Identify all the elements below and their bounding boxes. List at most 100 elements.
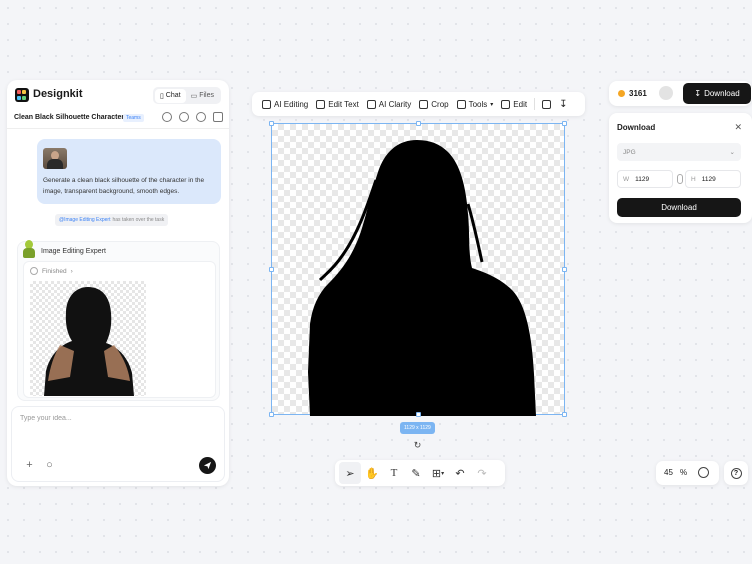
crop-button[interactable]: Crop	[415, 94, 452, 114]
folder-icon: ▭	[190, 92, 198, 100]
download-icon: ↧	[694, 89, 702, 98]
download-icon: ↧	[559, 98, 568, 110]
chevron-right-icon: ›	[70, 267, 73, 275]
edit-text-button[interactable]: Edit Text	[312, 94, 363, 114]
resize-handle-bottom-left[interactable]	[269, 412, 274, 417]
send-button[interactable]	[199, 457, 216, 474]
resize-handle-bottom[interactable]	[416, 412, 421, 417]
toolbar-divider	[534, 98, 536, 110]
result-silhouette-preview	[44, 287, 134, 396]
tab-files[interactable]: ▭ Files	[186, 89, 219, 103]
tools-dropdown[interactable]: Tools ▾	[453, 94, 498, 114]
fit-screen-icon[interactable]	[698, 467, 709, 478]
undo-button[interactable]: ↶	[449, 462, 471, 484]
result-image-thumbnail[interactable]	[30, 281, 146, 396]
pen-icon: ✎	[411, 467, 421, 480]
attached-image-thumbnail[interactable]	[43, 148, 67, 169]
download-panel-title: Download	[617, 123, 656, 132]
add-shape-icon: ⊞	[431, 467, 442, 480]
width-field[interactable]: W 1129	[617, 170, 673, 188]
chevron-down-icon: ⌄	[729, 149, 735, 156]
select-tool[interactable]: ➢	[339, 462, 361, 484]
zoom-value[interactable]: 45	[664, 468, 673, 477]
image-toolbar: AI Editing Edit Text AI Clarity Crop Too…	[252, 92, 585, 116]
resize-handle-bottom-right[interactable]	[562, 412, 567, 417]
agent-mention: @Image Editing Expert	[59, 217, 111, 223]
share-icon[interactable]	[162, 112, 172, 122]
edit-label: Edit	[513, 99, 528, 109]
link-aspect-icon[interactable]	[677, 174, 683, 184]
confirm-download-button[interactable]: Download	[617, 198, 741, 217]
pointer-icon: ➢	[345, 467, 355, 480]
ai-editing-label: AI Editing	[274, 99, 309, 109]
ai-clarity-button[interactable]: AI Clarity	[363, 94, 415, 114]
comment-button[interactable]	[538, 94, 555, 114]
download-button[interactable]: ↧ Download	[683, 83, 751, 104]
chevron-down-icon: ▾	[441, 470, 445, 477]
redo-button[interactable]: ↷	[471, 462, 493, 484]
handoff-notice: @Image Editing Expert has taken over the…	[55, 214, 169, 226]
height-value: 1129	[701, 175, 716, 183]
conversation-title: Clean Black Silhouette Character	[14, 114, 125, 121]
canvas-image[interactable]	[269, 121, 567, 417]
tools-label: Tools	[468, 99, 488, 109]
tab-chat-label: Chat	[165, 92, 181, 99]
sliders-icon	[501, 99, 511, 109]
account-bar: 3161 ↧ Download	[609, 81, 752, 106]
text-box-icon	[316, 99, 326, 109]
designkit-logo-icon	[15, 88, 29, 102]
tab-chat[interactable]: ▯ Chat	[154, 88, 186, 103]
download-image-button[interactable]: ↧	[555, 94, 571, 114]
hand-icon: ✋	[365, 467, 379, 480]
insert-tool[interactable]: ⊞ ▾	[427, 462, 449, 484]
chat-icon: ▯	[159, 92, 164, 100]
redo-icon: ↷	[477, 467, 487, 480]
undo-icon: ↶	[455, 467, 465, 480]
rotate-icon[interactable]: ↻	[413, 441, 422, 450]
clarity-icon	[366, 99, 376, 109]
resize-handle-right[interactable]	[562, 267, 567, 272]
height-field[interactable]: H 1129	[685, 170, 741, 188]
help-button[interactable]: ?	[724, 461, 748, 485]
zoom-unit: %	[680, 468, 688, 477]
crop-label: Crop	[431, 99, 449, 109]
height-label: H	[691, 175, 696, 183]
history-icon[interactable]	[179, 112, 189, 122]
coin-icon	[618, 90, 625, 97]
ai-edit-icon	[262, 99, 271, 109]
team-badge: Teams	[123, 114, 144, 122]
download-panel: Download ✕ JPG ⌄ W 1129 H 1129 Download	[609, 113, 752, 223]
cube-icon[interactable]: ○	[44, 460, 55, 471]
chat-panel: Designkit ▯ Chat ▭ Files Clean Black Sil…	[7, 80, 229, 486]
chevron-down-icon: ▾	[490, 101, 494, 108]
user-message-text: Generate a clean black silhouette of the…	[43, 177, 205, 195]
sidebar-toggle-icon[interactable]	[213, 112, 223, 122]
resize-handle-top-left[interactable]	[269, 121, 274, 126]
close-icon[interactable]: ✕	[734, 122, 742, 133]
task-result-card: Finished ›	[23, 261, 216, 398]
refresh-icon[interactable]	[196, 112, 206, 122]
format-select[interactable]: JPG ⌄	[617, 143, 741, 161]
status-icon	[30, 267, 38, 275]
pen-tool[interactable]: ✎	[405, 462, 427, 484]
resize-handle-left[interactable]	[269, 267, 274, 272]
crop-icon	[419, 99, 429, 109]
tab-files-label: Files	[199, 92, 214, 99]
download-button-label: Download	[704, 89, 740, 98]
user-message: Generate a clean black silhouette of the…	[37, 139, 221, 204]
format-value: JPG	[623, 148, 636, 156]
ai-clarity-label: AI Clarity	[378, 99, 412, 109]
help-icon: ?	[730, 467, 742, 479]
text-tool[interactable]: T	[383, 462, 405, 484]
prompt-input[interactable]	[20, 415, 210, 437]
resize-handle-top-right[interactable]	[562, 121, 567, 126]
app-name: Designkit	[33, 88, 83, 100]
resize-handle-top[interactable]	[416, 121, 421, 126]
hand-tool[interactable]: ✋	[361, 462, 383, 484]
user-avatar[interactable]	[659, 86, 673, 100]
plus-icon[interactable]: +	[24, 460, 35, 471]
ai-editing-button[interactable]: AI Editing	[258, 94, 312, 114]
edit-button[interactable]: Edit	[497, 94, 531, 114]
send-icon	[203, 461, 212, 470]
task-status[interactable]: Finished ›	[30, 267, 73, 275]
